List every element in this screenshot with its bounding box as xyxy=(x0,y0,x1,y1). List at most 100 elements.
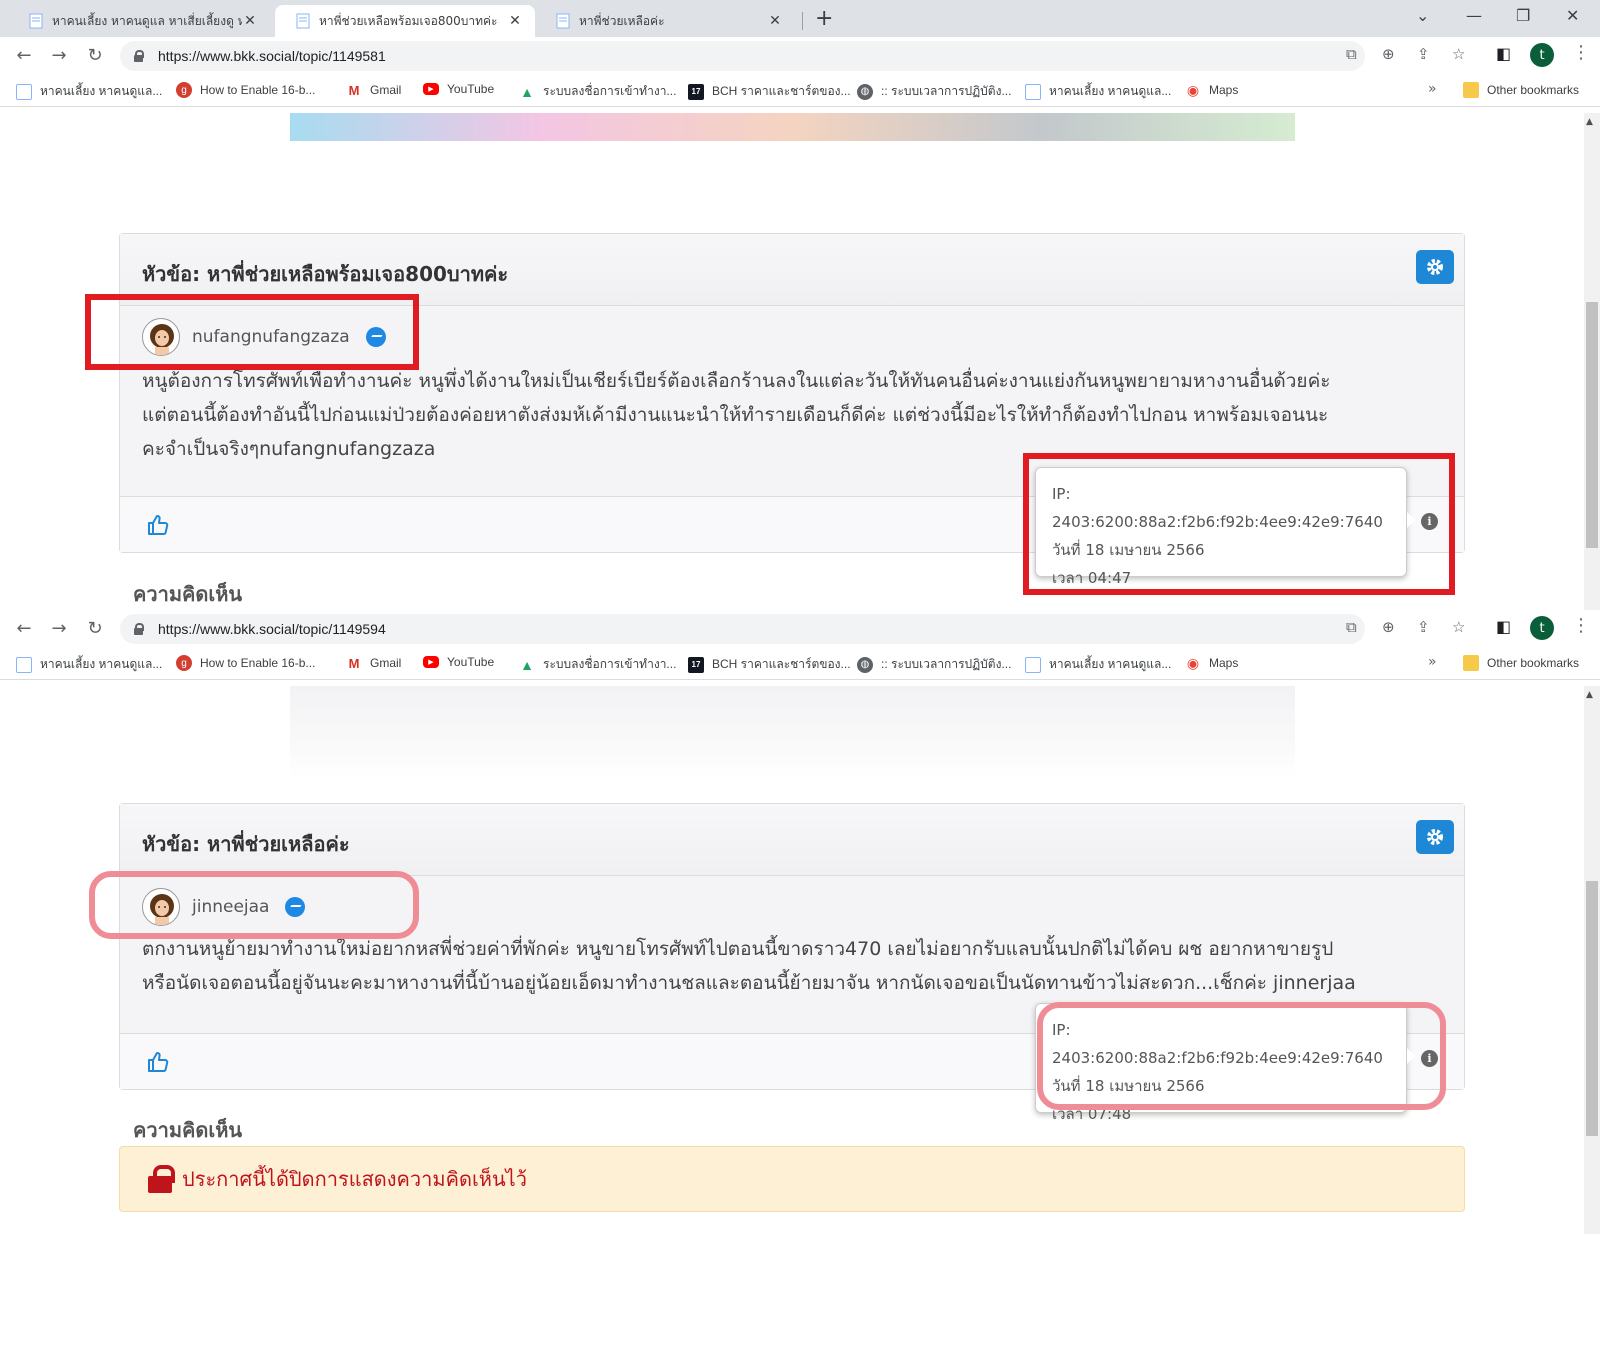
bookmark-item[interactable]: 17 BCH ราคาและชาร์ตของ... xyxy=(688,655,851,674)
tab-2[interactable]: หาพี่ช่วยเหลือพร้อมเจอ800บาทค่ะ ✕ xyxy=(275,5,535,37)
g-icon: g xyxy=(176,82,192,98)
bookmark-item[interactable]: ▶ YouTube xyxy=(423,655,494,669)
drive-icon: ▲ xyxy=(520,83,534,100)
restore-icon[interactable]: ❐ xyxy=(1516,6,1530,25)
profile-avatar[interactable]: t xyxy=(1530,616,1554,640)
bookmark-item[interactable]: ▲ ระบบลงชื่อการเข้าทำงา... xyxy=(519,655,676,674)
bookmark-label: :: ระบบเวลาการปฏิบัติง... xyxy=(881,84,1012,98)
scroll-up-arrow-icon[interactable]: ▲ xyxy=(1586,117,1593,127)
menu-icon[interactable]: ⋮ xyxy=(1572,42,1590,63)
bookmark-label: YouTube xyxy=(447,82,495,96)
share-icon[interactable]: ⇪ xyxy=(1417,618,1430,636)
topic-title: หัวข้อ: หาพี่ช่วยเหลือพร้อมเจอ800บาทค่ะ xyxy=(142,262,509,286)
gmail-icon: M xyxy=(348,82,360,98)
other-bookmarks[interactable]: Other bookmarks xyxy=(1463,82,1579,98)
bookmark-item[interactable]: ◉ Maps xyxy=(1185,82,1238,98)
bookmark-label: ระบบลงชื่อการเข้าทำงา... xyxy=(543,84,677,98)
bookmark-label: How to Enable 16-b... xyxy=(200,656,316,670)
gear-icon xyxy=(1427,259,1443,275)
bookmark-item[interactable]: ▲ ระบบลงชื่อการเข้าทำงา... xyxy=(519,82,676,101)
tab-1[interactable]: หาคนเลี้ยง หาคนดูแล หาเสี่ยเลี้ยงดู หาเ … xyxy=(8,5,270,37)
forward-icon[interactable]: → xyxy=(48,45,70,66)
back-icon[interactable]: ← xyxy=(13,45,35,66)
address-bar[interactable]: https://www.bkk.social/topic/1149594 xyxy=(120,614,1365,644)
thumbs-up-icon[interactable] xyxy=(146,1050,170,1074)
reload-icon[interactable]: ↻ xyxy=(84,45,106,66)
thumbs-up-icon[interactable] xyxy=(146,513,170,537)
minimize-icon[interactable]: — xyxy=(1466,6,1482,25)
bookmark-label: Gmail xyxy=(370,656,402,670)
new-tab-button[interactable]: + xyxy=(815,6,833,31)
g-icon: g xyxy=(176,655,192,671)
page-icon xyxy=(556,13,570,29)
close-icon[interactable]: ✕ xyxy=(242,13,258,29)
bookmark-item[interactable]: ▶ YouTube xyxy=(423,82,494,96)
page-icon xyxy=(29,13,43,29)
tab-search-icon[interactable]: ⌄ xyxy=(1416,6,1429,25)
banner-placeholder xyxy=(290,686,1295,778)
translate-icon[interactable]: ⧉ xyxy=(1346,45,1357,63)
share-icon[interactable]: ⇪ xyxy=(1417,45,1430,63)
scrollbar-thumb[interactable] xyxy=(1586,302,1598,548)
tab-3[interactable]: หาพี่ช่วยเหลือค่ะ ✕ xyxy=(535,5,795,37)
translate-icon[interactable]: ⧉ xyxy=(1346,618,1357,636)
bookmark-item[interactable]: M Gmail xyxy=(346,655,402,671)
side-panel-icon[interactable]: ◧ xyxy=(1496,44,1511,63)
youtube-icon: ▶ xyxy=(423,83,439,95)
browser-toolbar: ← → ↻ https://www.bkk.social/topic/11495… xyxy=(0,610,1600,648)
lock-icon[interactable] xyxy=(132,622,146,636)
page-icon xyxy=(296,13,310,29)
side-panel-icon[interactable]: ◧ xyxy=(1496,617,1511,636)
bookmark-item[interactable]: ◍:: ระบบเวลาการปฏิบัติง... xyxy=(857,82,1011,101)
post-body: ตกงานหนูย้ายมาทำงานใหม่อยากหสพี่ช่วยค่าท… xyxy=(142,932,1442,1000)
bookmarks-bar: หาคนเลี้ยง หาคนดูแล... g How to Enable 16… xyxy=(0,75,1600,107)
url-text: https://www.bkk.social/topic/1149594 xyxy=(158,621,386,637)
page-icon xyxy=(1025,656,1041,673)
bookmark-item[interactable]: M Gmail xyxy=(346,82,402,98)
bookmark-item[interactable]: หาคนเลี้ยง หาคนดูแล... xyxy=(16,655,162,674)
post-body: หนูต้องการโทรศัพท์เพื่อทำงานค่ะ หนูพึ่งไ… xyxy=(142,364,1442,466)
lock-icon[interactable] xyxy=(132,49,146,63)
bookmark-item[interactable]: ◉ Maps xyxy=(1185,655,1238,671)
bookmark-item[interactable]: 17 BCH ราคาและชาร์ตของ... xyxy=(688,82,851,101)
close-icon[interactable]: ✕ xyxy=(767,13,783,29)
bookmark-label: BCH ราคาและชาร์ตของ... xyxy=(712,657,851,671)
other-bookmarks[interactable]: Other bookmarks xyxy=(1463,655,1579,671)
bookmark-label: BCH ราคาและชาร์ตของ... xyxy=(712,84,851,98)
youtube-icon: ▶ xyxy=(423,656,439,668)
zoom-icon[interactable]: ⊕ xyxy=(1382,618,1395,636)
bookmark-label: :: ระบบเวลาการปฏิบัติง... xyxy=(881,657,1012,671)
close-icon[interactable]: ✕ xyxy=(507,13,523,29)
settings-button[interactable] xyxy=(1416,250,1454,284)
zoom-icon[interactable]: ⊕ xyxy=(1382,45,1395,63)
bookmarks-overflow-button[interactable]: » xyxy=(1428,654,1437,670)
bookmark-item[interactable]: หาคนเลี้ยง หาคนดูแล... xyxy=(1025,82,1171,101)
bookmark-item[interactable]: ◍:: ระบบเวลาการปฏิบัติง... xyxy=(857,655,1011,674)
bookmark-item[interactable]: g How to Enable 16-b... xyxy=(176,82,315,98)
address-bar[interactable]: https://www.bkk.social/topic/1149581 xyxy=(120,41,1365,71)
tv-icon: 17 xyxy=(688,656,704,673)
gmail-icon: M xyxy=(348,655,360,671)
settings-button[interactable] xyxy=(1416,820,1454,854)
other-bookmarks-label: Other bookmarks xyxy=(1487,83,1580,97)
bookmark-item[interactable]: หาคนเลี้ยง หาคนดูแล... xyxy=(1025,655,1171,674)
bookmark-item[interactable]: g How to Enable 16-b... xyxy=(176,655,315,671)
bookmarks-overflow-button[interactable]: » xyxy=(1428,81,1437,97)
menu-icon[interactable]: ⋮ xyxy=(1572,615,1590,636)
profile-avatar[interactable]: t xyxy=(1530,43,1554,67)
star-icon[interactable]: ☆ xyxy=(1452,45,1465,63)
scroll-up-arrow-icon[interactable]: ▲ xyxy=(1586,690,1593,700)
globe-icon: ◍ xyxy=(857,656,873,673)
back-icon[interactable]: ← xyxy=(13,618,35,639)
comments-heading: ความคิดเห็น xyxy=(133,1118,243,1142)
post-line: หรือนัดเจอตอนนี้อยู่จันนะคะมาหางานที่นี้… xyxy=(142,972,1356,994)
folder-icon xyxy=(1463,82,1479,98)
bookmark-label: หาคนเลี้ยง หาคนดูแล... xyxy=(40,84,163,98)
reload-icon[interactable]: ↻ xyxy=(84,618,106,639)
bookmark-item[interactable]: หาคนเลี้ยง หาคนดูแล... xyxy=(16,82,162,101)
star-icon[interactable]: ☆ xyxy=(1452,618,1465,636)
lock-icon xyxy=(148,1165,175,1193)
forward-icon[interactable]: → xyxy=(48,618,70,639)
scrollbar-thumb[interactable] xyxy=(1586,881,1598,1136)
window-close-icon[interactable]: ✕ xyxy=(1566,6,1579,25)
